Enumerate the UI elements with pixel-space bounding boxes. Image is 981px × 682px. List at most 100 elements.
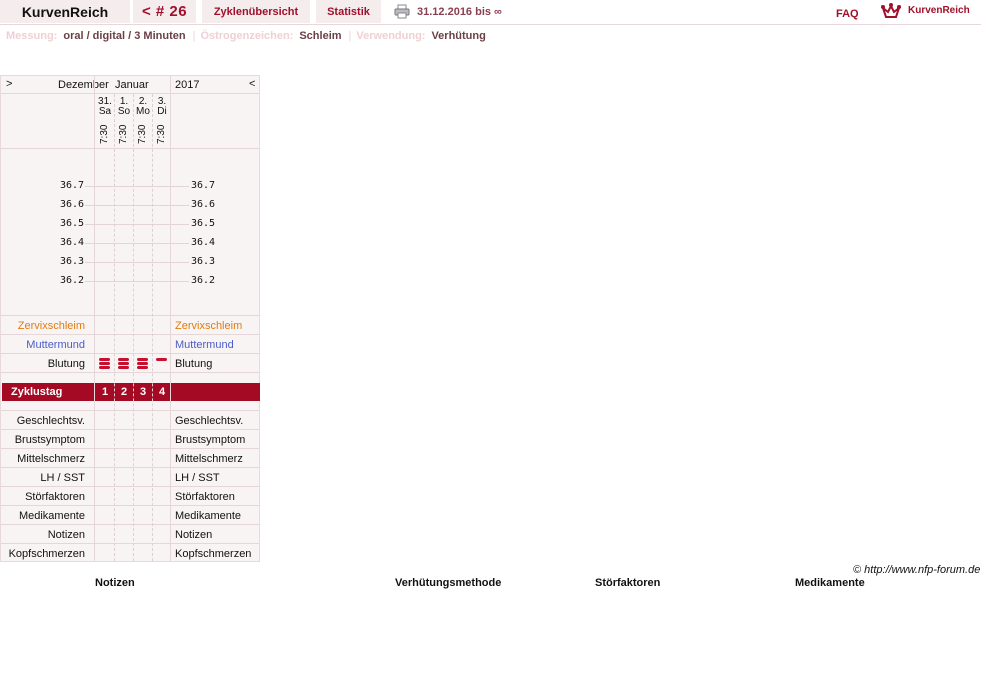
temp-label-right: 36.3 <box>191 256 216 267</box>
row-label: Mittelschmerz <box>17 453 85 465</box>
month-label-2: Januar <box>115 79 149 91</box>
printer-icon[interactable] <box>394 4 410 19</box>
estrogen-value: Schleim <box>299 30 342 42</box>
cycle-day-row: Zyklustag 1 2 3 4 <box>2 383 260 401</box>
row-label-right: Medikamente <box>175 510 242 522</box>
row-label-bleeding-right: Blutung <box>175 358 213 370</box>
row-label-cervix-right: Muttermund <box>175 339 234 351</box>
use-label: Verwendung: <box>356 30 426 42</box>
bleeding-mark <box>99 366 110 369</box>
row-label: Medikamente <box>18 510 85 522</box>
temp-label-right: 36.5 <box>191 218 216 229</box>
measure-time: 7:30 <box>99 124 110 144</box>
day-separator <box>114 94 115 561</box>
logo-text[interactable]: KurvenReich <box>908 5 970 16</box>
row-label-cervix: Muttermund <box>26 339 85 351</box>
divider <box>1 93 259 94</box>
divider <box>1 524 259 525</box>
year-label: 2017 <box>175 79 200 91</box>
cycle-day-number[interactable]: 1 <box>96 386 114 398</box>
column-divider <box>170 76 171 561</box>
row-label: LH / SST <box>40 472 85 484</box>
divider <box>1 334 259 335</box>
cycle-day-number[interactable]: 2 <box>115 386 133 398</box>
settings-line: Messung: oral / digital / 3 Minuten | Östro… <box>6 30 488 42</box>
temp-gridline <box>85 224 189 225</box>
row-label-right: Brustsymptom <box>175 434 246 446</box>
day-weekday: Di <box>157 106 167 117</box>
divider <box>1 543 259 544</box>
use-value: Verhütung <box>431 30 486 42</box>
temp-label-left: 36.6 <box>60 199 85 210</box>
separator: | <box>348 30 352 42</box>
bleeding-mark <box>99 362 110 365</box>
measure-time: 7:30 <box>118 124 129 144</box>
divider <box>1 315 259 316</box>
section-method: Verhütungsmethode <box>395 577 502 589</box>
bleeding-mark <box>118 358 129 361</box>
separator: | <box>192 30 196 42</box>
row-label: Geschlechtsv. <box>16 415 85 427</box>
bleeding-mark <box>118 366 129 369</box>
row-label: Brustsymptom <box>14 434 85 446</box>
row-label-right: Störfaktoren <box>175 491 235 503</box>
measure-value: oral / digital / 3 Minuten <box>63 30 186 42</box>
bleeding-mark <box>156 358 167 361</box>
row-label: Kopfschmerzen <box>8 548 85 560</box>
temp-label-left: 36.3 <box>60 256 85 267</box>
row-label-right: Kopfschmerzen <box>175 548 252 560</box>
row-label-right: LH / SST <box>175 472 220 484</box>
top-bar: KurvenReich < # 26 Zyklenübersicht Stati… <box>0 0 981 25</box>
row-label-cervix-mucus-right: Zervixschleim <box>175 320 243 332</box>
divider <box>1 410 259 411</box>
cycle-number-button[interactable]: < # 26 <box>133 0 196 23</box>
temp-gridline <box>85 186 189 187</box>
row-label: Störfaktoren <box>25 491 85 503</box>
temp-label-right: 36.6 <box>191 199 216 210</box>
row-label-bleeding: Blutung <box>47 358 85 370</box>
faq-link[interactable]: FAQ <box>836 8 859 20</box>
temp-label-right: 36.2 <box>191 275 216 286</box>
row-label-right: Geschlechtsv. <box>175 415 244 427</box>
row-label-right: Notizen <box>175 529 213 541</box>
bleeding-mark <box>99 358 110 361</box>
temp-label-right: 36.7 <box>191 180 216 191</box>
crown-logo-icon[interactable] <box>880 2 902 20</box>
divider <box>1 372 259 373</box>
divider <box>1 353 259 354</box>
row-label-cervix-mucus: Zervixschleim <box>17 320 85 332</box>
temp-gridline <box>85 262 189 263</box>
date-range: 31.12.2016 bis ∞ <box>417 6 502 18</box>
day-weekday: So <box>117 106 131 117</box>
temp-label-right: 36.4 <box>191 237 216 248</box>
section-medication: Medikamente <box>795 577 865 589</box>
divider <box>1 486 259 487</box>
section-notes: Notizen <box>95 577 135 589</box>
tab-cycle-overview[interactable]: Zyklenübersicht <box>202 0 310 23</box>
section-disturbances: Störfaktoren <box>595 577 661 589</box>
cycle-day-number[interactable]: 4 <box>153 386 171 398</box>
day-separator <box>133 94 134 561</box>
estrogen-label: Östrogenzeichen: <box>200 30 294 42</box>
divider <box>1 148 259 149</box>
temp-label-left: 36.2 <box>60 275 85 286</box>
nav-next-button[interactable]: < <box>249 78 255 90</box>
cycle-day-number[interactable]: 3 <box>134 386 152 398</box>
day-weekday: Sa <box>98 106 112 117</box>
day-weekday: Mo <box>136 106 150 117</box>
row-label-right: Mittelschmerz <box>175 453 243 465</box>
divider <box>1 467 259 468</box>
cycle-day-label: Zyklustag <box>11 386 63 398</box>
copyright[interactable]: © http://www.nfp-forum.de <box>853 564 980 576</box>
temp-label-left: 36.5 <box>60 218 85 229</box>
nav-prev-button[interactable]: > <box>6 78 12 90</box>
divider <box>1 448 259 449</box>
tab-statistics[interactable]: Statistik <box>316 0 381 23</box>
divider <box>1 429 259 430</box>
bleeding-mark <box>137 358 148 361</box>
app-title[interactable]: KurvenReich <box>0 0 130 23</box>
temp-gridline <box>85 205 189 206</box>
column-divider <box>94 76 95 561</box>
measure-time: 7:30 <box>137 124 148 144</box>
bleeding-mark <box>118 362 129 365</box>
